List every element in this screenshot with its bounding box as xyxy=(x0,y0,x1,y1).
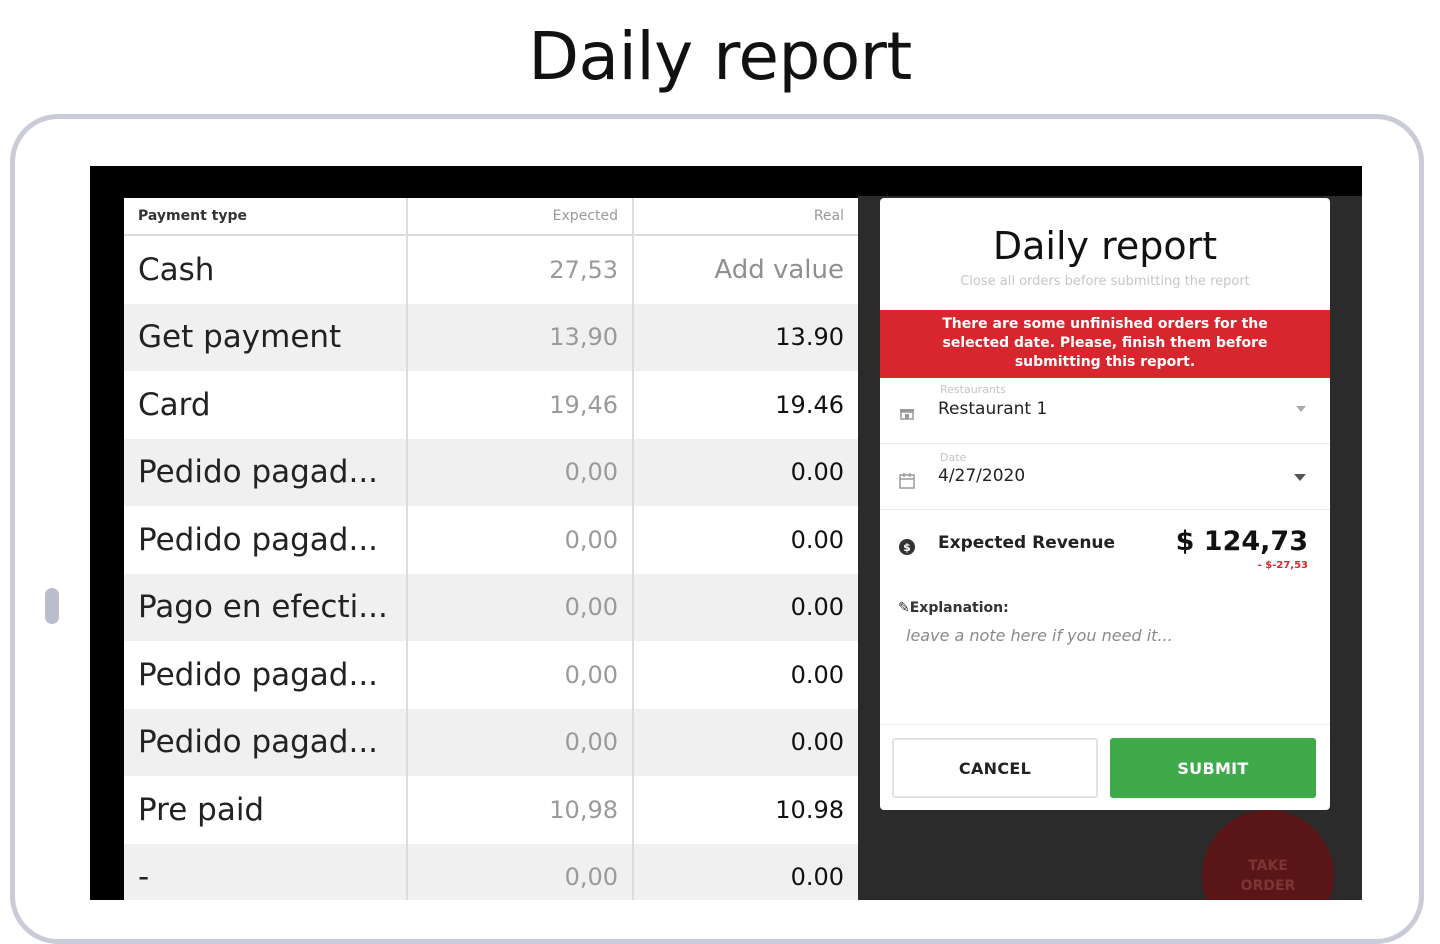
real-value-cell[interactable]: 0.00 xyxy=(791,526,844,554)
cancel-button[interactable]: CANCEL xyxy=(892,738,1098,798)
payment-type-cell: Pedido pagad... xyxy=(138,724,379,761)
expected-revenue-row: $ Expected Revenue $ 124,73 - $-27,53 xyxy=(880,510,1330,590)
payment-type-cell: Pedido pagad... xyxy=(138,656,379,693)
real-value-cell[interactable]: 19.46 xyxy=(775,391,844,419)
expected-cell: 13,90 xyxy=(549,323,618,352)
table-row: Pedido pagad... 0,00 0.00 xyxy=(124,708,858,776)
payment-type-cell: Card xyxy=(138,386,211,423)
real-value-cell[interactable]: 0.00 xyxy=(791,661,844,689)
payment-type-cell: Pago en efecti... xyxy=(138,589,388,626)
table-row: Pedido pagad... 0,00 0.00 xyxy=(124,641,858,709)
dollar-icon: $ xyxy=(899,539,915,555)
expected-cell: 0,00 xyxy=(564,458,618,487)
date-caption: Date xyxy=(940,451,967,464)
header-expected: Expected xyxy=(552,208,618,224)
date-value: 4/27/2020 xyxy=(938,466,1026,486)
explanation-input[interactable] xyxy=(906,626,1306,716)
payment-type-cell: Cash xyxy=(138,251,215,288)
modal-subtitle: Close all orders before submitting the r… xyxy=(960,274,1250,289)
modal-title: Daily report xyxy=(992,224,1218,268)
modal-divider xyxy=(880,724,1330,725)
column-divider xyxy=(632,198,634,900)
real-value-cell[interactable]: 0.00 xyxy=(791,728,844,756)
table-row: Get payment 13,90 13.90 xyxy=(124,303,858,371)
real-value-cell[interactable]: Add value xyxy=(714,255,844,285)
table-row: Cash 27,53 Add value xyxy=(124,236,858,304)
table-row: Pedido pagad... 0,00 0.00 xyxy=(124,506,858,574)
payment-type-cell: Pedido pagad... xyxy=(138,521,379,558)
payment-type-cell: Pedido pagad... xyxy=(138,454,379,491)
header-payment-type: Payment type xyxy=(138,208,247,224)
real-value-cell[interactable]: 0.00 xyxy=(791,593,844,621)
restaurant-caption: Restaurants xyxy=(940,383,1006,396)
payment-table: Payment type Expected Real Cash 27,53 Add … xyxy=(124,198,858,900)
real-value-cell[interactable]: 0.00 xyxy=(791,863,844,891)
date-select[interactable]: Date 4/27/2020 xyxy=(880,444,1330,510)
unfinished-orders-alert: There are some unfinished orders for the… xyxy=(880,310,1330,378)
expected-cell: 0,00 xyxy=(564,728,618,757)
restaurant-select[interactable]: Restaurants Restaurant 1 xyxy=(880,378,1330,444)
table-row: Pago en efecti... 0,00 0.00 xyxy=(124,573,858,641)
take-order-line2: ORDER xyxy=(1240,878,1296,894)
table-row: Pedido pagad... 0,00 0.00 xyxy=(124,438,858,506)
explanation-label: ✎Explanation: xyxy=(898,600,1009,616)
table-row: - 0,00 0.00 xyxy=(124,843,858,900)
payment-type-cell: Pre paid xyxy=(138,791,265,828)
expected-cell: 0,00 xyxy=(564,863,618,892)
table-header: Payment type Expected Real xyxy=(124,198,858,236)
page-title: Daily report xyxy=(528,18,912,95)
svg-text:$: $ xyxy=(903,541,911,554)
expected-cell: 19,46 xyxy=(549,390,618,419)
expected-cell: 0,00 xyxy=(564,525,618,554)
expected-cell: 27,53 xyxy=(549,255,618,284)
column-divider xyxy=(406,198,408,900)
restaurant-value: Restaurant 1 xyxy=(938,399,1048,419)
store-icon xyxy=(900,409,914,420)
pencil-icon: ✎ xyxy=(898,600,910,616)
chevron-down-icon xyxy=(1294,474,1306,481)
expected-revenue-value: $ 124,73 xyxy=(1175,526,1308,557)
chevron-down-icon xyxy=(1296,406,1306,412)
explanation-label-text: Explanation: xyxy=(909,600,1009,616)
expected-cell: 0,00 xyxy=(564,593,618,622)
revenue-difference: - $-27,53 xyxy=(1257,560,1308,571)
real-value-cell[interactable]: 10.98 xyxy=(775,796,844,824)
payment-type-cell: Get payment xyxy=(138,319,342,356)
real-value-cell[interactable]: 0.00 xyxy=(791,458,844,486)
daily-report-modal: Daily report Close all orders before sub… xyxy=(880,198,1330,810)
tablet-side-button xyxy=(45,588,59,624)
expected-cell: 0,00 xyxy=(564,660,618,689)
real-value-cell[interactable]: 13.90 xyxy=(775,323,844,351)
take-order-line1: TAKE xyxy=(1248,858,1288,874)
calendar-icon xyxy=(899,473,915,489)
payment-type-cell: - xyxy=(138,859,150,896)
expected-cell: 10,98 xyxy=(549,795,618,824)
table-row: Card 19,46 19.46 xyxy=(124,371,858,439)
tablet-screen: Payment type Expected Real Cash 27,53 Add … xyxy=(90,166,1362,900)
table-row: Pre paid 10,98 10.98 xyxy=(124,776,858,844)
header-real: Real xyxy=(813,208,844,224)
submit-button[interactable]: SUBMIT xyxy=(1110,738,1316,798)
expected-revenue-label: Expected Revenue xyxy=(938,533,1116,553)
